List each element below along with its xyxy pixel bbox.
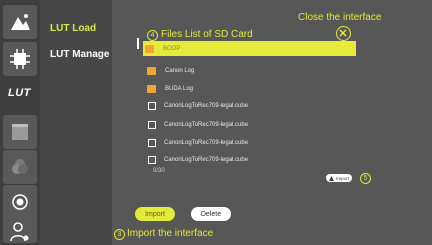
item-count: 0/30 [153, 168, 165, 174]
checkbox[interactable] [148, 139, 156, 147]
rail-button-user-settings[interactable] [3, 215, 37, 243]
record-icon [12, 194, 28, 210]
warning-icon [329, 175, 335, 181]
list-item-label: BOOP [163, 45, 181, 52]
list-item-label: Canon Log [165, 68, 195, 74]
panel-icon [12, 124, 28, 140]
list-item-label: CanonLogToRec709-legal.cube [164, 122, 249, 128]
annotation-5: 5 [360, 173, 371, 184]
list-item-label: CanonLogToRec709-legal.cube [164, 140, 249, 146]
close-interface-label: Close the interface [298, 12, 382, 23]
lut-menu: LUT Load LUT Manage [40, 0, 112, 245]
list-item[interactable]: CanonLogToRec709-legal.cube [145, 153, 355, 167]
mini-import-button[interactable]: Import [326, 174, 352, 182]
annotation-3: 3 [114, 229, 125, 240]
list-item[interactable]: BOOP [143, 41, 356, 56]
import-button[interactable]: Import [135, 207, 175, 221]
lut-label[interactable]: LUT [8, 87, 31, 99]
folder-icon [145, 44, 154, 53]
chip-icon [10, 49, 30, 69]
user-settings-icon [10, 222, 29, 242]
color-circles-icon [12, 159, 28, 174]
delete-button[interactable]: Delete [191, 207, 231, 221]
import-interface-label: Import the interface [127, 228, 214, 239]
list-item[interactable]: CanonLogToRec709-legal.cube [145, 99, 355, 113]
close-button[interactable] [336, 26, 351, 41]
files-list-label: Files List of SD Card [161, 29, 253, 40]
rail-button-picture[interactable] [3, 5, 37, 39]
scrollbar[interactable] [137, 38, 139, 49]
annotation-4: 4 [147, 30, 158, 41]
mini-import-label: Import [336, 175, 349, 181]
rail-button-panel[interactable] [3, 115, 37, 149]
menu-item-lut-manage[interactable]: LUT Manage [50, 49, 109, 60]
icon-rail: LUT 1 [0, 0, 53, 245]
checkbox[interactable] [148, 121, 156, 129]
menu-item-lut-load[interactable]: LUT Load [50, 23, 96, 34]
list-item-label: BUDA Log [165, 86, 194, 92]
picture-icon [11, 14, 30, 30]
rail-button-record[interactable] [3, 185, 37, 219]
close-icon [339, 29, 347, 37]
list-item-label: CanonLogToRec709-legal.cube [164, 157, 249, 163]
list-item[interactable]: CanonLogToRec709-legal.cube [145, 136, 355, 150]
list-item[interactable]: CanonLogToRec709-legal.cube [145, 118, 355, 132]
rail-button-chip[interactable] [3, 42, 37, 76]
app-window: LUT 1 [0, 0, 432, 245]
list-item[interactable]: Canon Log [145, 64, 355, 78]
checkbox[interactable] [148, 102, 156, 110]
rail-button-color[interactable] [3, 150, 37, 184]
checkbox[interactable] [148, 156, 156, 164]
folder-icon [147, 85, 156, 93]
folder-icon [147, 67, 156, 75]
list-item-label: CanonLogToRec709-legal.cube [164, 103, 249, 109]
list-item[interactable]: BUDA Log [145, 82, 355, 96]
